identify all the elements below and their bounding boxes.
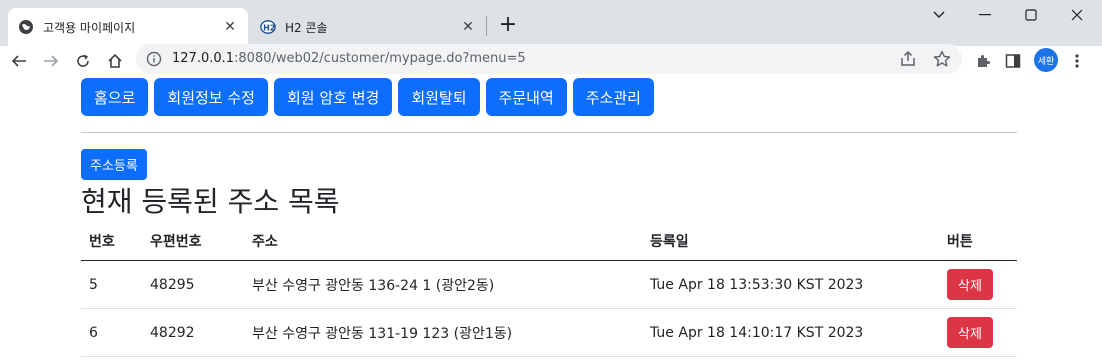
cell-date: Tue Apr 18 13:53:30 KST 2023 [650, 276, 864, 293]
home-icon[interactable] [102, 48, 128, 74]
cell-date: Tue Apr 18 14:10:17 KST 2023 [650, 324, 864, 341]
header-button: 버튼 [947, 234, 973, 250]
reload-icon[interactable] [70, 48, 96, 74]
page-content: 홈으로 회원정보 수정 회원 암호 변경 회원탈퇴 주문내역 주소관리 주소등록… [0, 76, 1102, 364]
cell-address: 부산 수영구 광안동 136-24 1 (광안2동) [252, 277, 495, 294]
table-header: 번호 우편번호 주소 등록일 버튼 [81, 222, 1017, 261]
url-text: 127.0.0.1:8080/web02/customer/mypage.do?… [172, 51, 526, 66]
cell-address: 부산 수영구 광안동 131-19 123 (광안1동) [252, 325, 513, 342]
cell-action: 삭제 [947, 309, 993, 356]
header-address: 주소 [252, 234, 278, 250]
side-panel-icon[interactable] [1002, 50, 1024, 72]
cell-zip: 48295 [150, 276, 195, 293]
browser-titlebar: 고객용 마이페이지 ✕ H2 H2 콘솔 ✕ + [0, 0, 1102, 46]
order-history-button[interactable]: 주문내역 [485, 78, 567, 116]
cell-action: 삭제 [947, 261, 993, 308]
delete-button[interactable]: 삭제 [947, 269, 993, 300]
url-host: 127.0.0.1 [172, 51, 235, 66]
mypage-nav: 홈으로 회원정보 수정 회원 암호 변경 회원탈퇴 주문내역 주소관리 [81, 78, 654, 116]
maximize-icon[interactable] [1008, 0, 1054, 30]
svg-text:H2: H2 [263, 24, 275, 33]
tab-title: 고객용 마이페이지 [43, 20, 136, 35]
kebab-menu-icon[interactable] [1066, 50, 1088, 72]
address-management-button[interactable]: 주소관리 [572, 78, 654, 116]
home-button[interactable]: 홈으로 [81, 78, 149, 116]
cell-no: 5 [89, 276, 98, 293]
tab-title: H2 콘솔 [285, 20, 328, 35]
change-password-button[interactable]: 회원 암호 변경 [273, 78, 393, 116]
cell-no: 6 [89, 324, 98, 341]
close-icon[interactable]: ✕ [222, 19, 238, 35]
site-info-icon[interactable] [146, 51, 162, 67]
h2-logo-icon: H2 [260, 19, 276, 35]
address-table: 번호 우편번호 주소 등록일 버튼 5 48295 부산 수영구 광안동 136… [81, 222, 1017, 357]
url-path: :8080/web02/customer/mypage.do?menu=5 [234, 51, 526, 66]
new-tab-plus-icon[interactable]: + [496, 12, 520, 37]
header-date: 등록일 [650, 234, 689, 250]
header-zip: 우편번호 [150, 234, 202, 250]
withdraw-button[interactable]: 회원탈퇴 [398, 78, 480, 116]
close-icon[interactable]: ✕ [460, 19, 476, 35]
share-icon[interactable] [898, 49, 918, 69]
edit-info-button[interactable]: 회원정보 수정 [154, 78, 268, 116]
header-no: 번호 [89, 234, 115, 250]
tab-divider [486, 16, 487, 36]
profile-avatar[interactable]: 세환 [1034, 48, 1058, 72]
back-arrow-icon[interactable] [6, 48, 32, 74]
address-bar[interactable]: 127.0.0.1:8080/web02/customer/mypage.do?… [136, 44, 962, 74]
delete-button[interactable]: 삭제 [947, 317, 993, 348]
table-row: 6 48292 부산 수영구 광안동 131-19 123 (광안1동) Tue… [81, 309, 1017, 357]
bookmark-star-icon[interactable] [932, 49, 952, 69]
tab-h2-console[interactable]: H2 H2 콘솔 ✕ [250, 8, 486, 46]
divider [81, 132, 1017, 133]
minimize-icon[interactable] [962, 0, 1008, 30]
extensions-puzzle-icon[interactable] [972, 50, 994, 72]
page-title: 현재 등록된 주소 목록 [81, 185, 340, 218]
browser-toolbar: 127.0.0.1:8080/web02/customer/mypage.do?… [0, 44, 1102, 76]
add-address-button[interactable]: 주소등록 [81, 149, 147, 180]
forward-arrow-icon[interactable] [38, 48, 64, 74]
table-row: 5 48295 부산 수영구 광안동 136-24 1 (광안2동) Tue A… [81, 261, 1017, 309]
cell-zip: 48292 [150, 324, 195, 341]
globe-icon [18, 19, 34, 35]
tab-mypage[interactable]: 고객용 마이페이지 ✕ [8, 8, 248, 46]
tab-search-chevron-icon[interactable] [916, 0, 962, 30]
window-close-icon[interactable] [1054, 0, 1100, 30]
